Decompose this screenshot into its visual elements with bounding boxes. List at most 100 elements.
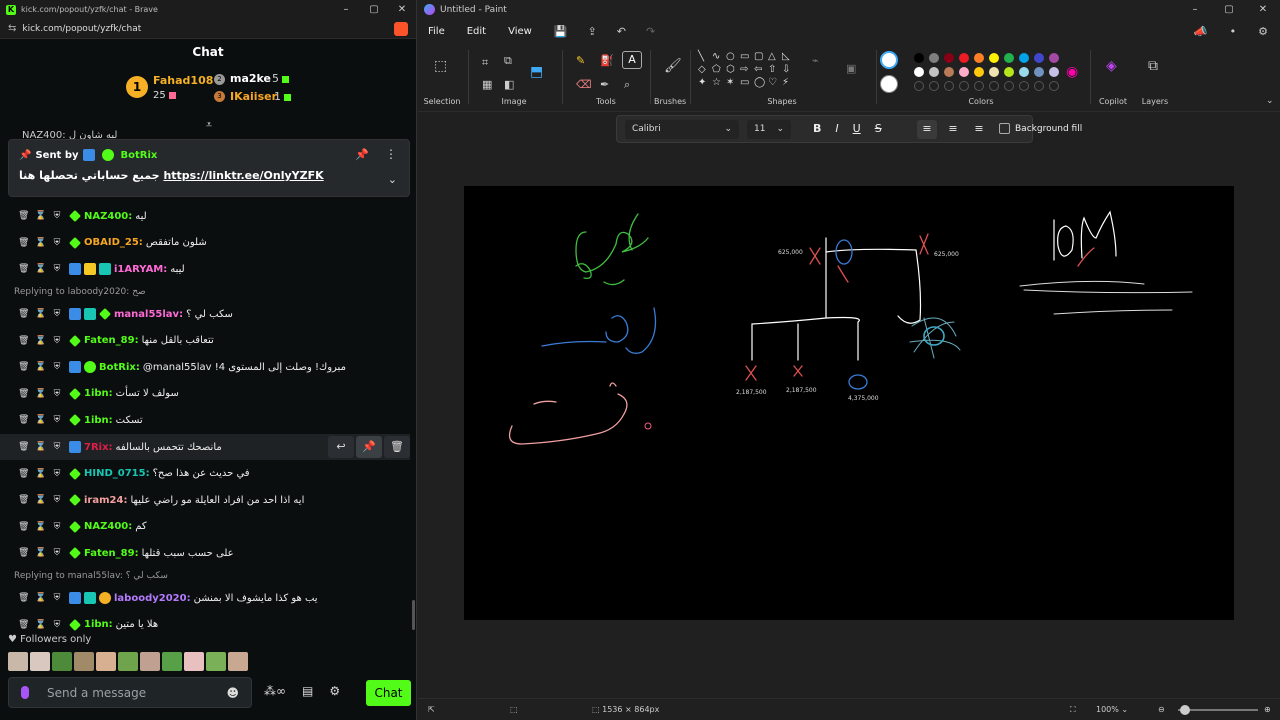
pin-message-icon[interactable]: 📌	[356, 435, 382, 458]
emote[interactable]	[74, 652, 94, 671]
delete-message-icon[interactable]: 🗑	[384, 435, 410, 458]
color-1-swatch[interactable]	[880, 51, 898, 69]
ribbon-collapse-icon[interactable]: ⌄	[1266, 96, 1274, 106]
timeout-icon[interactable]: ⌛	[35, 336, 46, 346]
custom-color-slot[interactable]	[1004, 81, 1014, 91]
close-icon[interactable]: ✕	[1246, 4, 1280, 15]
maximize-icon[interactable]: ▢	[360, 4, 388, 15]
settings-gear-icon[interactable]: ⚙	[1258, 25, 1268, 38]
pencil-icon[interactable]: ✎	[576, 54, 585, 67]
delete-icon[interactable]: 🗑	[18, 620, 29, 630]
fit-icon[interactable]: ⛶	[1070, 705, 1076, 715]
timeout-icon[interactable]: ⌛	[35, 522, 46, 532]
send-chat-button[interactable]: Chat	[366, 680, 411, 706]
chat-message[interactable]: 🗑 ⌛ ⛨ 7Rix: مانصحك تتحمس بالسالفه ↩ 📌 🗑	[0, 433, 410, 461]
message-username[interactable]: laboody2020:	[114, 593, 191, 604]
chat-message[interactable]: 🗑 ⌛ ⛨ BotRix: @manal55lav !مبروك! وصلت إلى ا…	[0, 354, 410, 381]
select-all-icon[interactable]: ▦	[482, 78, 492, 91]
more-options-icon[interactable]: ⋮	[385, 147, 397, 161]
brush-icon[interactable]: 🖌	[664, 58, 682, 74]
zoom-out-icon[interactable]: ⊖	[1158, 705, 1165, 714]
color-swatch[interactable]	[1034, 67, 1044, 77]
bold-icon[interactable]: B	[813, 122, 821, 135]
account-icon[interactable]: •	[1230, 25, 1237, 38]
ban-icon[interactable]: ⛨	[52, 593, 62, 603]
message-username[interactable]: 1ibn:	[84, 388, 113, 399]
delete-icon[interactable]: 🗑	[18, 442, 29, 452]
zoom-select[interactable]: 100% ⌄	[1096, 705, 1128, 714]
strikethrough-icon[interactable]: S	[875, 122, 882, 135]
color-swatch[interactable]	[1034, 53, 1044, 63]
color-swatch[interactable]	[914, 53, 924, 63]
address-bar[interactable]: ⇆ kick.com/popout/yzfk/chat	[0, 19, 416, 39]
color-swatch[interactable]	[1049, 67, 1059, 77]
text-tool-icon[interactable]: A	[622, 51, 642, 69]
ban-icon[interactable]: ⛨	[52, 264, 62, 274]
message-username[interactable]: HIND_0715:	[84, 468, 150, 479]
color-palette[interactable]	[912, 52, 1062, 92]
color-swatch[interactable]	[1004, 67, 1014, 77]
settings-gear-icon[interactable]: ⚙	[329, 684, 340, 698]
chat-message[interactable]: 🗑 ⌛ ⛨ NAZ400: كم	[0, 514, 410, 541]
fill-icon[interactable]: ⛽	[600, 54, 614, 67]
pin-toggle-icon[interactable]: ⩡	[202, 118, 216, 131]
ban-icon[interactable]: ⛨	[52, 495, 62, 505]
delete-icon[interactable]: 🗑	[18, 362, 29, 372]
close-icon[interactable]: ✕	[388, 4, 416, 15]
undo-icon[interactable]: ↶	[617, 25, 626, 38]
color-swatch[interactable]	[914, 67, 924, 77]
ban-icon[interactable]: ⛨	[52, 362, 62, 372]
shapes-gallery[interactable]: ╲ ∿ ○ ▭ ▢ △ ◺ ◇ ⬠ ⬡ ⇨ ⇦ ⇧ ⇩ ✦ ☆ ✶ ▭ ◯ ♡ ⚡	[698, 50, 796, 89]
timeout-icon[interactable]: ⌛	[35, 389, 46, 399]
chat-message[interactable]: 🗑 ⌛ ⛨ Faten_89: تتعاقب بالقل منها	[0, 327, 410, 354]
delete-icon[interactable]: 🗑	[18, 548, 29, 558]
custom-color-slot[interactable]	[959, 81, 969, 91]
zoom-in-icon[interactable]: ⊕	[1264, 705, 1271, 714]
leader-2-name[interactable]: ma2ke	[230, 72, 271, 85]
minimize-icon[interactable]: –	[1178, 4, 1212, 15]
leader-1-name[interactable]: Fahad108	[153, 74, 213, 87]
custom-color-slot[interactable]	[929, 81, 939, 91]
custom-color-slot[interactable]	[1049, 81, 1059, 91]
crop-icon[interactable]: ⌗	[482, 56, 488, 70]
italic-icon[interactable]: I	[835, 122, 838, 135]
rotate-icon[interactable]: ◧	[504, 78, 514, 91]
delete-icon[interactable]: 🗑	[18, 336, 29, 346]
ban-icon[interactable]: ⛨	[52, 336, 62, 346]
delete-icon[interactable]: 🗑	[18, 309, 29, 319]
delete-icon[interactable]: 🗑	[18, 469, 29, 479]
message-username[interactable]: manal55lav:	[114, 309, 183, 320]
maximize-icon[interactable]: ▢	[1212, 4, 1246, 15]
reply-icon[interactable]: ↩	[328, 435, 354, 458]
color-swatch[interactable]	[974, 53, 984, 63]
share-icon[interactable]: ⇪	[588, 25, 597, 38]
scrollbar[interactable]	[412, 600, 415, 630]
brave-shield-icon[interactable]	[394, 21, 408, 36]
delete-icon[interactable]: 🗑	[18, 389, 29, 399]
align-left-icon[interactable]: ≡	[917, 120, 937, 139]
delete-icon[interactable]: 🗑	[18, 593, 29, 603]
ban-icon[interactable]: ⛨	[52, 211, 62, 221]
emote[interactable]	[206, 652, 226, 671]
underline-icon[interactable]: U	[853, 122, 861, 135]
timeout-icon[interactable]: ⌛	[35, 593, 46, 603]
chat-message[interactable]: 🗑 ⌛ ⛨ iram24: ايه اذا احد من افراد العايلة م…	[0, 487, 410, 514]
ban-icon[interactable]: ⛨	[52, 548, 62, 558]
emote[interactable]	[96, 652, 116, 671]
select-icon[interactable]: ⬚	[434, 58, 447, 74]
pinned-link[interactable]: https://linktr.ee/OnlyYZFK	[163, 169, 323, 182]
reply-context[interactable]: Replying to laboody2020: صح	[0, 283, 410, 301]
ban-icon[interactable]: ⛨	[52, 415, 62, 425]
message-username[interactable]: 1ibn:	[84, 619, 113, 630]
checkbox-icon[interactable]	[999, 123, 1010, 134]
emote[interactable]	[30, 652, 50, 671]
color-swatch[interactable]	[1019, 53, 1029, 63]
ban-icon[interactable]: ⛨	[52, 620, 62, 630]
timeout-icon[interactable]: ⌛	[35, 620, 46, 630]
redo-icon[interactable]: ↷	[646, 25, 655, 38]
store-icon[interactable]: ▤	[302, 684, 313, 698]
ban-icon[interactable]: ⛨	[52, 309, 62, 319]
emote[interactable]	[228, 652, 248, 671]
leader-3-name[interactable]: IKaiiser	[230, 90, 277, 103]
message-username[interactable]: NAZ400:	[84, 521, 132, 532]
